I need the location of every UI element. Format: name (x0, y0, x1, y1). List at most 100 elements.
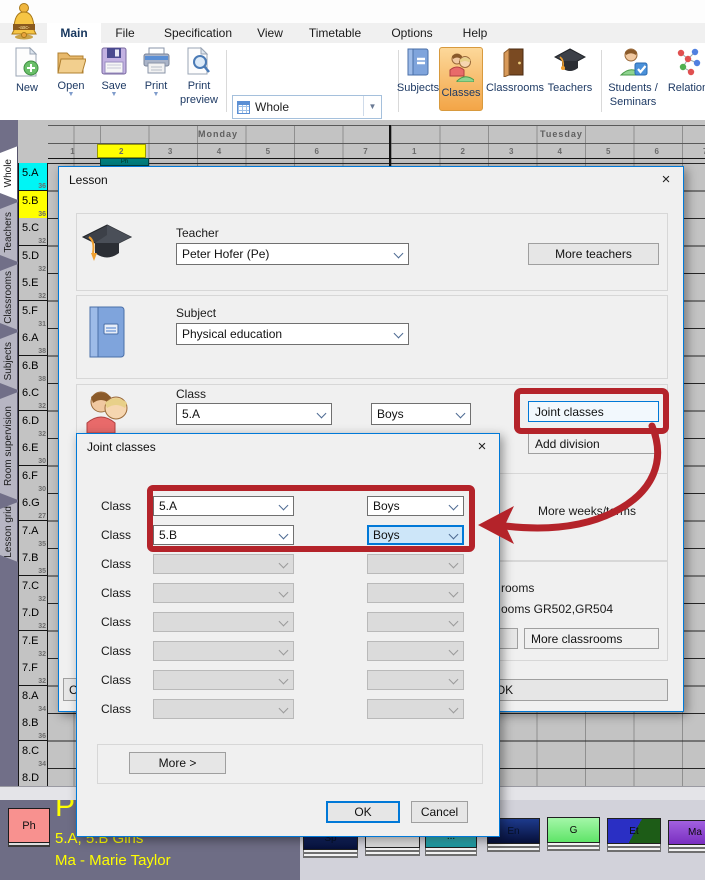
more-weeks-terms-button[interactable]: More weeks/terms (538, 504, 636, 518)
joint-class-combobox-2[interactable]: 5.B (153, 525, 294, 545)
more-teachers-button[interactable]: More teachers (528, 243, 659, 265)
class-row-7d[interactable]: 7.D32 (18, 603, 48, 631)
joint-class-combobox-4[interactable] (153, 583, 294, 603)
class-row-5b[interactable]: 5.B36 (18, 191, 48, 219)
class-row-6c[interactable]: 6.C32 (18, 383, 48, 411)
lesson-card-ma[interactable]: Ma (668, 820, 705, 845)
joint-division-combobox-1[interactable]: Boys (367, 496, 464, 516)
menu-item-file[interactable]: File (103, 23, 147, 43)
more-classrooms-button[interactable]: More classrooms (524, 628, 659, 649)
lesson-card-g[interactable]: G (547, 817, 600, 843)
class-row-6e[interactable]: 6.E30 (18, 438, 48, 466)
menu-item-options[interactable]: Options (381, 23, 443, 43)
teachers-button[interactable]: Teachers (546, 47, 594, 94)
class-row-7c[interactable]: 7.C32 (18, 576, 48, 604)
period-tuesday-2[interactable]: 2 (439, 144, 488, 158)
joint-dialog-close-icon[interactable]: × (465, 434, 499, 459)
class-row-6a[interactable]: 6.A38 (18, 328, 48, 356)
joint-division-combobox-4[interactable] (367, 583, 464, 603)
joint-division-combobox-5[interactable] (367, 612, 464, 632)
joint-division-combobox-6[interactable] (367, 641, 464, 661)
period-tuesday-5[interactable]: 5 (584, 144, 633, 158)
period-monday-6[interactable]: 6 (292, 144, 341, 158)
division-combobox[interactable]: Boys (371, 403, 471, 425)
class-combobox[interactable]: 5.A (176, 403, 332, 425)
period-tuesday-6[interactable]: 6 (633, 144, 682, 158)
class-row-7b[interactable]: 7.B35 (18, 548, 48, 576)
asc-bell-logo-icon[interactable]: -asc- (9, 2, 39, 40)
lesson-dialog-close-icon[interactable]: × (649, 167, 683, 192)
joint-class-combobox-3[interactable] (153, 554, 294, 574)
class-row-8b[interactable]: 8.B36 (18, 713, 48, 741)
class-row-5a[interactable]: 5.A36 (18, 163, 48, 191)
class-row-5f[interactable]: 5.F31 (18, 301, 48, 329)
class-row-7e[interactable]: 7.E32 (18, 631, 48, 659)
lesson-card-ph[interactable]: Ph (8, 808, 50, 843)
open-button[interactable]: Open ▼ (50, 47, 92, 98)
view-selector-combobox[interactable]: Whole ▼ (232, 95, 382, 119)
teacher-combobox[interactable]: Peter Hofer (Pe) (176, 243, 409, 265)
period-tuesday-1[interactable]: 1 (390, 144, 439, 158)
menu-item-timetable[interactable]: Timetable (300, 23, 370, 43)
classrooms-button[interactable]: Classrooms (484, 47, 546, 94)
joint-class-combobox-7[interactable] (153, 670, 294, 690)
sidebar-tab-teachers[interactable]: Teachers (0, 202, 18, 262)
print-button[interactable]: Print ▼ (138, 47, 174, 98)
period-tuesday-4[interactable]: 4 (536, 144, 585, 158)
subjects-button[interactable]: Subjects (396, 47, 440, 94)
sidebar-tab-room-supervision[interactable]: Room supervision (0, 392, 18, 500)
period-monday-7[interactable]: 7 (341, 144, 390, 158)
class-row-5c[interactable]: 5.C32 (18, 218, 48, 246)
save-dropdown-caret[interactable]: ▼ (96, 92, 132, 98)
class-row-8a[interactable]: 8.A34 (18, 686, 48, 714)
joint-class-combobox-8[interactable] (153, 699, 294, 719)
subject-combobox[interactable]: Physical education (176, 323, 409, 345)
menu-item-view[interactable]: View (248, 23, 292, 43)
students-seminars-button[interactable]: Students / Seminars (604, 47, 662, 108)
period-tuesday-7[interactable]: 7 (681, 144, 705, 158)
scheduled-lesson-cell[interactable]: Ph (100, 158, 149, 166)
view-selector-dropdown-button[interactable]: ▼ (363, 96, 381, 116)
sidebar-tab-lesson-grid[interactable]: Lesson grid (0, 502, 18, 562)
period-monday-4[interactable]: 4 (195, 144, 244, 158)
joint-more-button[interactable]: More > (129, 752, 226, 774)
sidebar-tab-subjects[interactable]: Subjects (0, 332, 18, 390)
period-monday-2[interactable]: 2 (97, 144, 146, 158)
classes-button[interactable]: Classes (439, 47, 483, 111)
save-button[interactable]: Save ▼ (96, 47, 132, 98)
relations-button[interactable]: Relation (666, 47, 705, 94)
new-button[interactable]: New (8, 47, 46, 94)
class-row-6f[interactable]: 6.F30 (18, 466, 48, 494)
period-monday-3[interactable]: 3 (146, 144, 195, 158)
period-monday-1[interactable]: 1 (48, 144, 97, 158)
add-division-button[interactable]: Add division (528, 433, 659, 454)
sidebar-tab-whole[interactable]: Whole (0, 146, 18, 200)
lesson-card-et[interactable]: Et (607, 818, 661, 844)
class-row-6g[interactable]: 6.G27 (18, 493, 48, 521)
joint-division-combobox-3[interactable] (367, 554, 464, 574)
joint-class-combobox-5[interactable] (153, 612, 294, 632)
class-row-8c[interactable]: 8.C34 (18, 741, 48, 769)
class-row-7f[interactable]: 7.F32 (18, 658, 48, 686)
print-preview-button[interactable]: Print preview (176, 47, 222, 106)
menu-item-main[interactable]: Main (47, 23, 101, 43)
class-row-5e[interactable]: 5.E32 (18, 273, 48, 301)
joint-classes-button[interactable]: Joint classes (528, 401, 659, 422)
joint-ok-button[interactable]: OK (326, 801, 400, 823)
period-monday-5[interactable]: 5 (243, 144, 292, 158)
joint-division-combobox-2[interactable]: Boys (367, 525, 464, 545)
class-row-6d[interactable]: 6.D32 (18, 411, 48, 439)
open-dropdown-caret[interactable]: ▼ (50, 92, 92, 98)
menu-item-help[interactable]: Help (453, 23, 497, 43)
period-tuesday-3[interactable]: 3 (487, 144, 536, 158)
joint-division-combobox-7[interactable] (367, 670, 464, 690)
joint-division-combobox-8[interactable] (367, 699, 464, 719)
joint-class-combobox-6[interactable] (153, 641, 294, 661)
print-dropdown-caret[interactable]: ▼ (138, 92, 174, 98)
menu-item-specification[interactable]: Specification (158, 23, 238, 43)
joint-cancel-button[interactable]: Cancel (411, 801, 468, 823)
class-row-6b[interactable]: 6.B38 (18, 356, 48, 384)
sidebar-tab-classrooms[interactable]: Classrooms (0, 264, 18, 330)
class-row-7a[interactable]: 7.A35 (18, 521, 48, 549)
joint-class-combobox-1[interactable]: 5.A (153, 496, 294, 516)
